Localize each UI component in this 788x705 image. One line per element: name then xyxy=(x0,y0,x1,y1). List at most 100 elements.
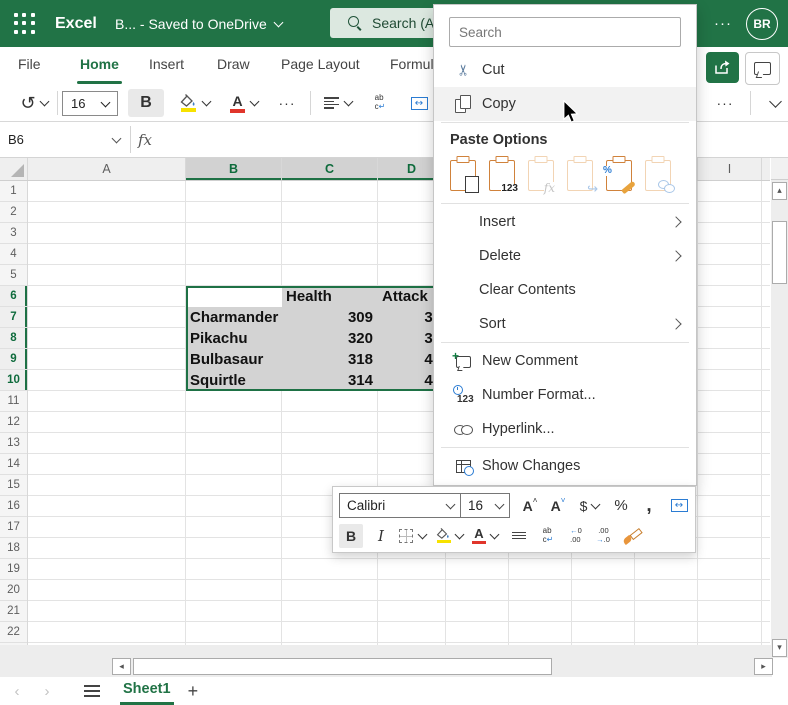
menu-item-cut[interactable]: ✂Cut xyxy=(434,53,696,87)
ribbon-overflow-button[interactable]: ··· xyxy=(708,89,742,117)
row-header-1[interactable]: 1 xyxy=(0,181,27,202)
merge-cells-button[interactable]: ↔ xyxy=(404,89,434,117)
undo-button[interactable]: ↺ xyxy=(14,89,54,117)
topbar-more-button[interactable]: ··· xyxy=(706,0,740,47)
sheet-tab-sheet1[interactable]: Sheet1 xyxy=(120,678,174,705)
next-sheet-button[interactable]: › xyxy=(38,683,56,700)
bold-button[interactable]: B xyxy=(128,89,164,117)
menu-item-hyperlink[interactable]: Hyperlink... xyxy=(434,412,696,446)
percent-format-button[interactable]: % xyxy=(611,494,631,518)
borders-button[interactable] xyxy=(399,524,426,548)
row-header-8[interactable]: 8 xyxy=(0,328,27,349)
search-icon xyxy=(348,16,362,30)
row-header-2[interactable]: 2 xyxy=(0,202,27,223)
tab-insert[interactable]: Insert xyxy=(149,47,184,81)
row-header-7[interactable]: 7 xyxy=(0,307,27,328)
document-title[interactable]: B... - Saved to OneDrive xyxy=(115,0,282,47)
column-header-I[interactable]: I xyxy=(698,158,762,180)
row-header-12[interactable]: 12 xyxy=(0,412,27,433)
selection-border xyxy=(186,286,446,391)
row-header-4[interactable]: 4 xyxy=(0,244,27,265)
row-header-18[interactable]: 18 xyxy=(0,538,27,559)
font-color-button[interactable]: A xyxy=(222,89,266,117)
avatar[interactable]: BR xyxy=(746,8,778,40)
paste-button[interactable] xyxy=(450,157,476,191)
row-header-3[interactable]: 3 xyxy=(0,223,27,244)
menu-item-insert[interactable]: Insert xyxy=(434,205,696,239)
increase-font-size-button[interactable]: A˄︎ xyxy=(520,494,540,518)
column-header-C[interactable]: C xyxy=(282,158,378,180)
row-header-6[interactable]: 6 xyxy=(0,286,27,307)
row-header-17[interactable]: 17 xyxy=(0,517,27,538)
row-header-11[interactable]: 11 xyxy=(0,391,27,412)
scroll-up-button[interactable]: ▴ xyxy=(772,182,787,200)
row-header-5[interactable]: 5 xyxy=(0,265,27,286)
tab-home[interactable]: Home xyxy=(80,47,119,81)
scroll-left-button[interactable]: ◂ xyxy=(112,658,131,675)
row-header-10[interactable]: 10 xyxy=(0,370,27,391)
add-sheet-button[interactable]: + xyxy=(188,681,199,702)
mini-font-size-select[interactable]: 16 xyxy=(461,498,496,513)
paste-values-button[interactable]: 123 xyxy=(489,157,515,191)
menu-item-copy[interactable]: Copy xyxy=(434,87,696,121)
mini-align-button[interactable] xyxy=(509,524,529,548)
mini-bold-button[interactable]: B xyxy=(339,524,363,548)
menu-item-sort[interactable]: Sort xyxy=(434,307,696,341)
menu-item-delete[interactable]: Delete xyxy=(434,239,696,273)
prev-sheet-button[interactable]: ‹ xyxy=(8,683,26,700)
paste-formatting-button[interactable]: % xyxy=(606,157,632,191)
row-header-16[interactable]: 16 xyxy=(0,496,27,517)
tab-draw[interactable]: Draw xyxy=(217,47,250,81)
tab-file[interactable]: File xyxy=(18,47,41,81)
collapse-ribbon-button[interactable] xyxy=(762,89,788,117)
decrease-font-size-button[interactable]: A˅︎ xyxy=(548,494,568,518)
select-all-corner[interactable] xyxy=(0,158,28,180)
share-button[interactable] xyxy=(706,52,739,83)
align-button[interactable] xyxy=(318,89,358,117)
row-header-15[interactable]: 15 xyxy=(0,475,27,496)
paste-options-label: Paste Options xyxy=(434,124,696,150)
increase-decimal-button[interactable]: .00→.0 xyxy=(593,524,613,548)
paste-options-row: 123fx↪% xyxy=(434,150,696,202)
mini-wrap-text-button[interactable]: abc↵ xyxy=(538,524,558,548)
menu-item-clear-contents[interactable]: Clear Contents xyxy=(434,273,696,307)
column-header-B[interactable]: B xyxy=(186,158,282,180)
menu-item-new-comment[interactable]: +New Comment xyxy=(434,344,696,378)
row-header-19[interactable]: 19 xyxy=(0,559,27,580)
more-formatting-button[interactable]: ··· xyxy=(270,89,304,117)
mini-font-name-select[interactable]: Calibri xyxy=(340,498,447,513)
app-launcher-waffle-icon[interactable] xyxy=(13,12,37,36)
format-painter-button[interactable] xyxy=(621,524,641,548)
row-header-14[interactable]: 14 xyxy=(0,454,27,475)
decrease-decimal-button[interactable]: ←0.00 xyxy=(566,524,586,548)
all-sheets-menu-button[interactable] xyxy=(84,682,100,700)
comma-format-button[interactable]: , xyxy=(639,494,659,518)
menu-item-show-changes[interactable]: Show Changes xyxy=(434,449,696,483)
tab-page-layout[interactable]: Page Layout xyxy=(281,47,360,81)
column-header-A[interactable]: A xyxy=(28,158,186,180)
row-header-9[interactable]: 9 xyxy=(0,349,27,370)
comments-button[interactable] xyxy=(745,52,780,85)
context-menu-search-input[interactable] xyxy=(449,17,681,47)
name-box[interactable]: B6 xyxy=(0,122,130,157)
row-header-21[interactable]: 21 xyxy=(0,601,27,622)
row-header-22[interactable]: 22 xyxy=(0,622,27,643)
menu-item-number-format[interactable]: 123Number Format... xyxy=(434,378,696,412)
font-size-select[interactable]: 16 xyxy=(62,91,118,116)
wrap-text-button[interactable]: abc↵ xyxy=(364,89,396,117)
row-header-13[interactable]: 13 xyxy=(0,433,27,454)
caret-down-icon: ˅︎ xyxy=(561,496,566,505)
scrollbar-corner xyxy=(771,158,788,180)
mini-font-color-button[interactable]: A xyxy=(472,524,498,548)
fill-color-button[interactable] xyxy=(172,89,218,117)
insert-function-button[interactable]: fx xyxy=(138,122,152,157)
scroll-right-button[interactable]: ▸ xyxy=(754,658,773,675)
scroll-down-button[interactable]: ▾ xyxy=(772,639,787,657)
currency-format-button[interactable]: $ xyxy=(578,494,601,518)
row-header-20[interactable]: 20 xyxy=(0,580,27,601)
mini-fill-color-button[interactable] xyxy=(436,524,463,548)
mini-merge-button[interactable]: ↔ xyxy=(669,494,689,518)
vertical-scroll-thumb[interactable] xyxy=(772,221,787,284)
horizontal-scroll-thumb[interactable] xyxy=(133,658,552,675)
mini-italic-button[interactable]: I xyxy=(371,524,391,548)
